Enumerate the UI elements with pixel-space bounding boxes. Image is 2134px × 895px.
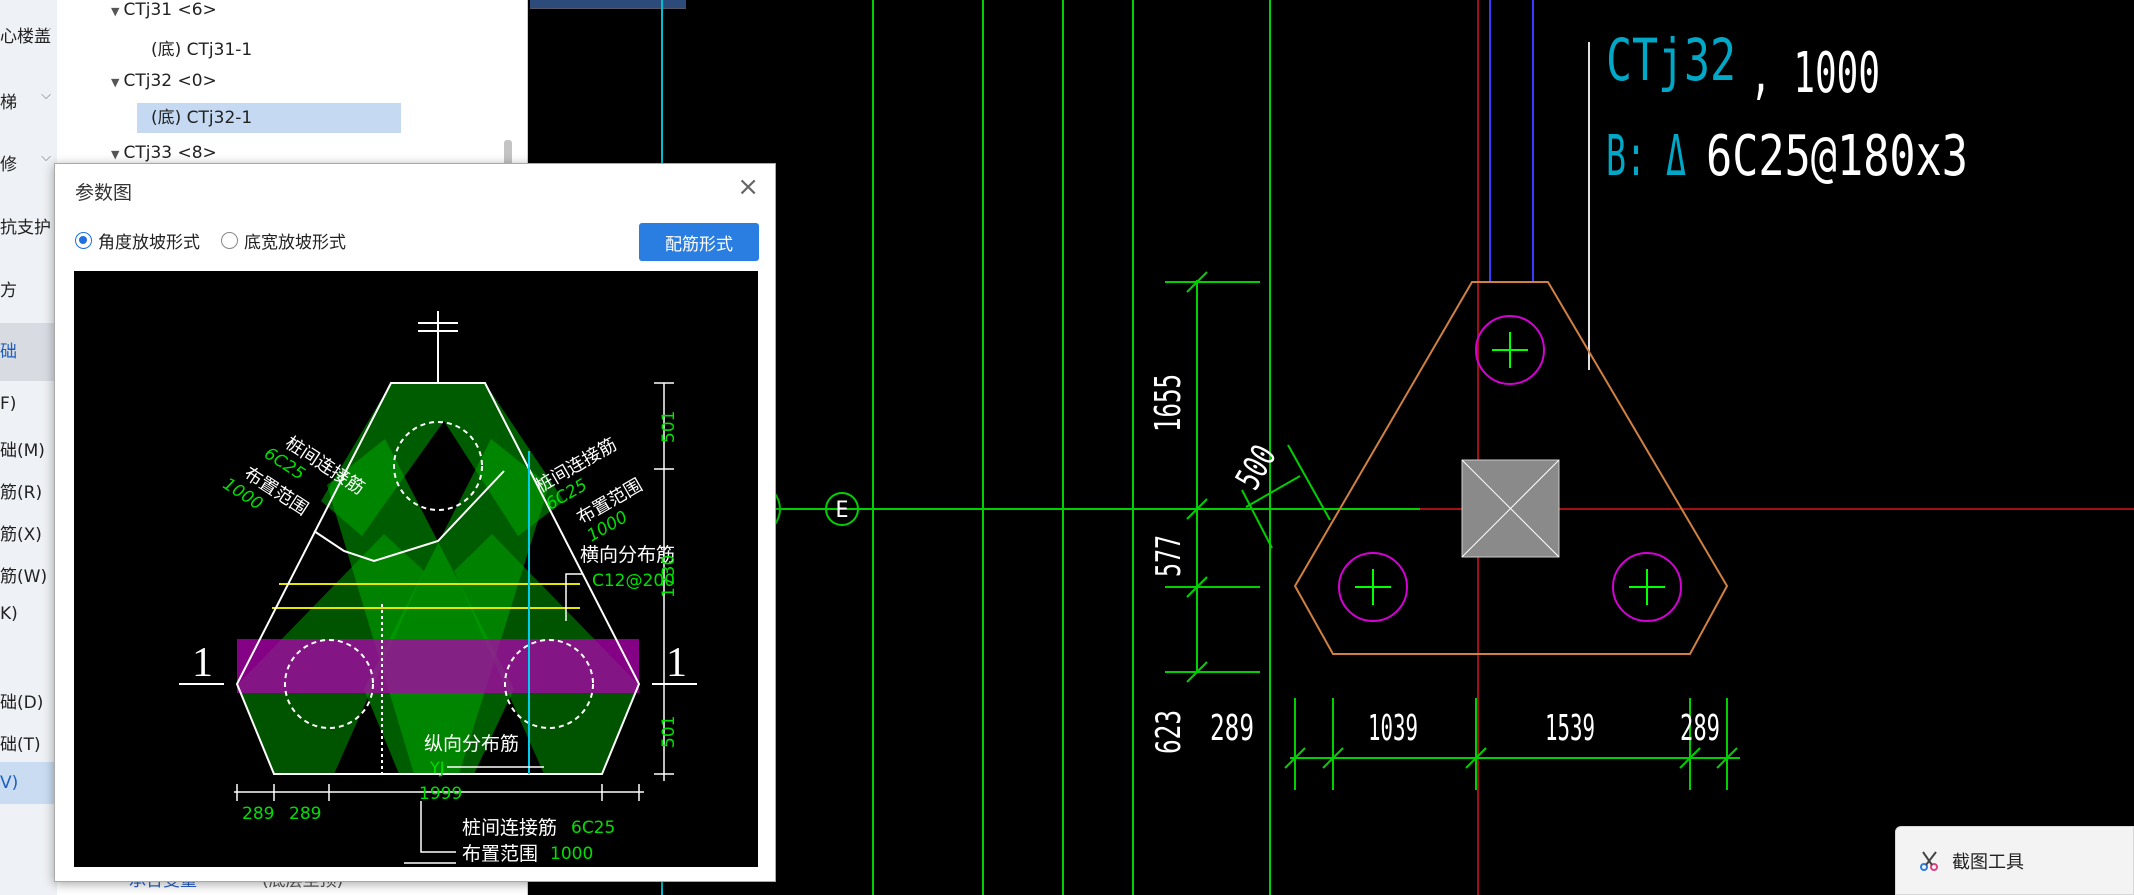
longitudinal-value: YJ [429, 758, 445, 777]
expand-triangle-icon[interactable]: ▼ [111, 5, 119, 18]
sidebar-subitem-m[interactable]: 础(M) [0, 436, 57, 461]
sidebar-subitem-v[interactable]: V) [0, 762, 57, 804]
sidebar-item-label: 础(T) [0, 735, 41, 755]
scissors-icon [1920, 850, 1938, 871]
chevron-down-icon: ⌵ [41, 88, 51, 103]
sidebar-item-stairs[interactable]: 梯 ⌵ [0, 88, 57, 113]
tree-node-ctj32-1[interactable]: (底) CTj32-1 [137, 103, 401, 133]
tree-node-label: (底) CTj31-1 [151, 40, 253, 60]
dim-1999: 1999 [419, 784, 462, 804]
sidebar-subitem-k[interactable]: K) [0, 604, 57, 624]
sidebar-item-label: 方 [0, 281, 17, 301]
bottom-value-1: 6C25 [571, 818, 615, 838]
sidebar-subitem-x[interactable]: 筋(X) [0, 520, 57, 545]
bottom-value-2: 1000 [550, 844, 593, 864]
bottom-label-1: 桩间连接筋 [462, 817, 557, 839]
tree-node-ctj32[interactable]: ▼ CTj32 <0> [111, 71, 217, 91]
sidebar-item-label: F) [0, 394, 17, 414]
radio-width-slope[interactable]: 底宽放坡形式 [221, 228, 346, 253]
tree-node-label: (底) CTj32-1 [151, 108, 253, 128]
chevron-down-icon: ⌵ [41, 22, 51, 37]
sidebar-item-decoration[interactable]: 修 ⌵ [0, 150, 57, 175]
radio-label: 角度放坡形式 [98, 233, 200, 253]
axis-label-e: E [835, 498, 848, 523]
radio-dot[interactable] [221, 232, 238, 249]
section-mark-right: 1 [666, 640, 687, 686]
tree-node-ctj33[interactable]: ▼ CTj33 <8> [111, 143, 217, 163]
sidebar-subitem-t[interactable]: 础(T) [0, 730, 57, 755]
sidebar-item-label: 筋(R) [0, 483, 43, 503]
sidebar-item-label: 础(D) [0, 693, 44, 713]
magenta-rebar-band [237, 639, 639, 693]
bottom-leader [420, 801, 456, 853]
tree-node-label: CTj32 <0> [123, 71, 217, 91]
longitudinal-label: 纵向分布筋 [424, 733, 519, 755]
radio-dot-checked[interactable] [75, 232, 92, 249]
dim-501-top: 501 [659, 411, 679, 443]
sidebar-item-earthwork[interactable]: 方 [0, 276, 57, 301]
right-annotation: 桩间连接筋 6C25 布置范围 1000 [532, 434, 646, 546]
parameter-diagram-dialog: 参数图 × 角度放坡形式 底宽放坡形式 配筋形式 1 1 桩间连接筋 6C25 … [54, 163, 776, 882]
cap-name-label: CTj32 [1606, 26, 1736, 94]
dim-1655: 1655 [1148, 374, 1189, 432]
sidebar-item-foundation[interactable]: 础 [0, 323, 57, 381]
dim-289-left: 289 [1210, 708, 1254, 749]
dialog-title: 参数图 [75, 182, 133, 204]
sidebar-subitem-f[interactable]: F) [0, 394, 57, 414]
dim-1539: 1539 [1545, 708, 1595, 749]
dim-1039: 1039 [1368, 708, 1418, 749]
sidebar-item-label: K) [0, 604, 18, 624]
expand-triangle-icon[interactable]: ▼ [111, 76, 119, 89]
parameter-drawing: 1 1 桩间连接筋 6C25 布置范围 1000 桩间连接筋 6C25 布置范围… [179, 311, 697, 865]
horizontal-dimension-lines [1284, 698, 1740, 790]
expand-triangle-icon[interactable]: ▼ [111, 148, 119, 161]
parameter-drawing-canvas: 1 1 桩间连接筋 6C25 布置范围 1000 桩间连接筋 6C25 布置范围… [74, 271, 758, 867]
snipping-tool-label: 截图工具 [1952, 851, 2024, 873]
dim-289-a: 289 [242, 804, 274, 824]
radio-angle-slope[interactable]: 角度放坡形式 [75, 228, 200, 253]
tree-node-label: CTj33 <8> [123, 143, 217, 163]
dim-1730: 1730 [659, 555, 679, 598]
cap-depth-label: , 1000 [1750, 41, 1880, 106]
sidebar-subitem-d[interactable]: 础(D) [0, 688, 57, 713]
pile-left[interactable] [1338, 552, 1408, 622]
tree-node-label: CTj31 <6> [123, 0, 217, 20]
pile-right[interactable] [1612, 552, 1682, 622]
bottom-label-2: 布置范围 [462, 843, 538, 865]
radio-label: 底宽放坡形式 [244, 233, 346, 253]
dim-289-b: 289 [289, 804, 321, 824]
tree-node-ctj31-1[interactable]: (底) CTj31-1 [151, 35, 252, 60]
sidebar-item-label: 础 [0, 342, 17, 362]
tree-node-ctj31[interactable]: ▼ CTj31 <6> [111, 0, 217, 20]
pile-top[interactable] [1475, 315, 1545, 385]
rebar-prefix-label: B: Δ [1606, 124, 1686, 189]
dim-501-bottom: 501 [659, 716, 679, 748]
sidebar-item-label: 筋(X) [0, 525, 42, 545]
sidebar-item-label: 筋(W) [0, 567, 48, 587]
section-mark-left: 1 [192, 640, 213, 686]
sidebar-item-label: 抗支护 [0, 218, 51, 238]
module-sidebar: 心楼盖 ⌵ 梯 ⌵ 修 ⌵ 抗支护 方 础 F) 础(M) 筋(R) 筋(X) 筋(W… [0, 0, 58, 895]
rebar-spec-label: 6C25@180x3 [1706, 124, 1968, 189]
chevron-down-icon: ⌵ [41, 150, 51, 165]
sidebar-item-label: 础(M) [0, 441, 45, 461]
sidebar-subitem-w[interactable]: 筋(W) [0, 562, 57, 587]
snipping-tool-taskbar-item[interactable]: 截图工具 [1895, 826, 2134, 895]
dim-577: 577 [1149, 535, 1189, 577]
sidebar-item-label: 梯 [0, 93, 17, 113]
sidebar-item-floor[interactable]: 心楼盖 ⌵ [0, 22, 57, 47]
dim-289-right: 289 [1680, 708, 1720, 749]
sidebar-item-support[interactable]: 抗支护 [0, 213, 57, 238]
sidebar-item-label: 修 [0, 155, 17, 175]
dim-623: 623 [1149, 710, 1189, 754]
sidebar-item-label: V) [0, 773, 19, 793]
dim-500: 500 [1228, 438, 1285, 496]
rebar-form-button[interactable]: 配筋形式 [639, 223, 759, 261]
sidebar-subitem-r[interactable]: 筋(R) [0, 478, 57, 503]
close-icon[interactable]: × [737, 172, 759, 202]
